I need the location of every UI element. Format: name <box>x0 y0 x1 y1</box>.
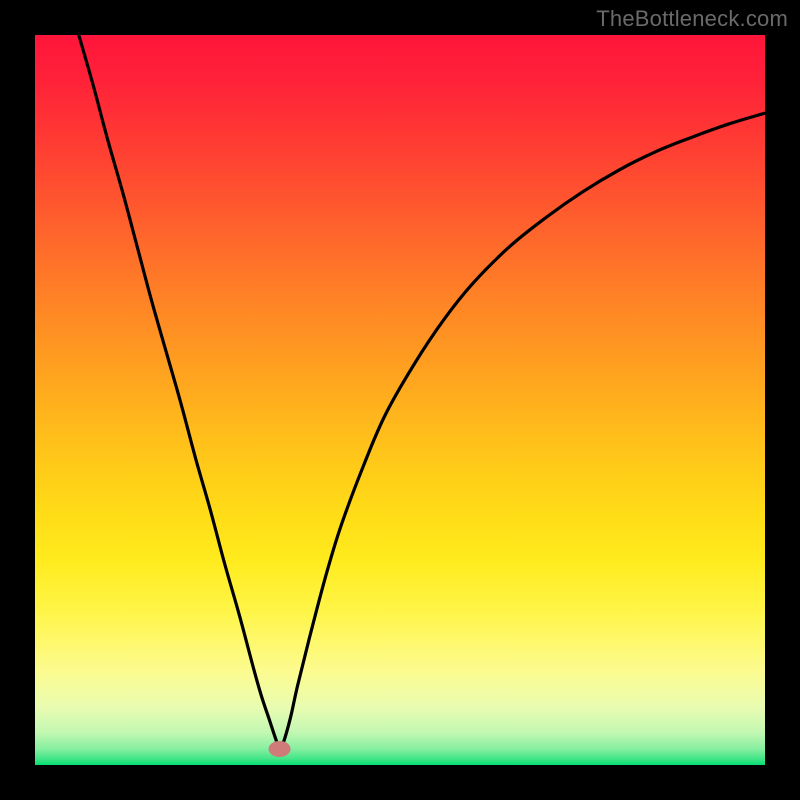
bottleneck-curve <box>79 35 765 749</box>
optimal-point-marker <box>269 741 291 757</box>
watermark-text: TheBottleneck.com <box>596 6 788 32</box>
bottleneck-chart <box>35 35 765 765</box>
plot-area <box>35 35 765 765</box>
chart-frame: TheBottleneck.com <box>0 0 800 800</box>
